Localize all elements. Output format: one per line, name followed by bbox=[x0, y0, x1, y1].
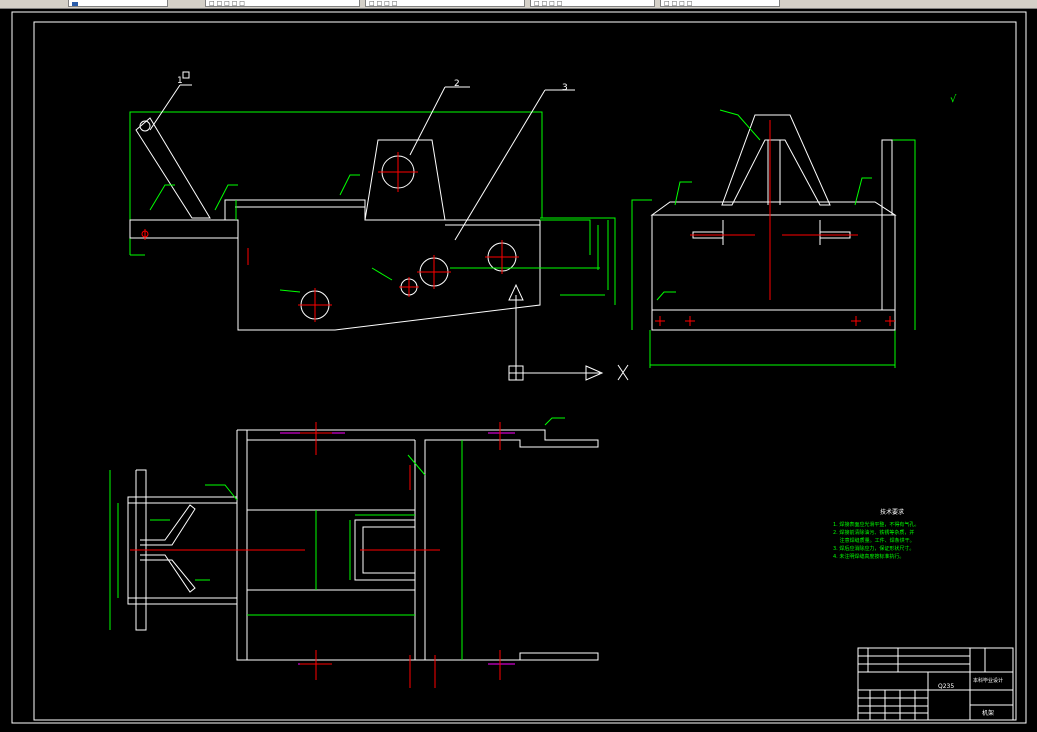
cad-drawing-canvas[interactable]: 1 2 3 √ 技术要求 1. 焊接表面应光滑平整，不得有气孔。 2. 焊接前清… bbox=[0, 8, 1037, 732]
part-label-1: 1 bbox=[177, 76, 183, 86]
top-view bbox=[109, 417, 599, 688]
tab-label: □ □ □ □ □ bbox=[209, 0, 245, 7]
tab-4[interactable]: □ □ □ □ bbox=[660, 0, 780, 7]
technical-notes: 技术要求 1. 焊接表面应光滑平整，不得有气孔。 2. 焊接前清除油污、铁锈等杂… bbox=[833, 508, 919, 560]
tab-1[interactable]: □ □ □ □ □ bbox=[205, 0, 360, 7]
note-line: 1. 焊接表面应光滑平整，不得有气孔。 bbox=[833, 521, 919, 528]
tab-0[interactable] bbox=[68, 0, 168, 7]
title-name: 机架 bbox=[982, 709, 994, 717]
note-line: 2. 焊接前清除油污、铁锈等杂质，并 bbox=[833, 529, 914, 536]
tab-label: □ □ □ □ bbox=[369, 0, 398, 7]
title-material: Q235 bbox=[938, 683, 954, 690]
note-line: 注意焊缝质量。工件、焊条烘干。 bbox=[833, 537, 915, 544]
tab-label: □ □ □ □ bbox=[664, 0, 693, 7]
notes-title: 技术要求 bbox=[880, 508, 904, 516]
inner-frame bbox=[33, 21, 1017, 721]
front-view bbox=[129, 71, 616, 331]
tab-3[interactable]: □ □ □ □ bbox=[530, 0, 655, 7]
title-company: 本科毕业设计 bbox=[973, 677, 1003, 684]
ucs-icon bbox=[508, 283, 629, 381]
note-line: 3. 焊后应消除应力，保证形状尺寸。 bbox=[833, 545, 914, 552]
part-label-3: 3 bbox=[562, 83, 568, 93]
tab-2[interactable]: □ □ □ □ bbox=[365, 0, 525, 7]
roughness-symbol: √ bbox=[950, 94, 957, 105]
side-view bbox=[631, 109, 916, 368]
tab-label: □ □ □ □ bbox=[534, 0, 563, 7]
drawing-icon bbox=[72, 1, 78, 6]
part-label-2: 2 bbox=[454, 79, 460, 89]
outer-frame bbox=[11, 11, 1027, 724]
note-line: 4. 未注明焊缝高度按标准执行。 bbox=[833, 553, 904, 560]
